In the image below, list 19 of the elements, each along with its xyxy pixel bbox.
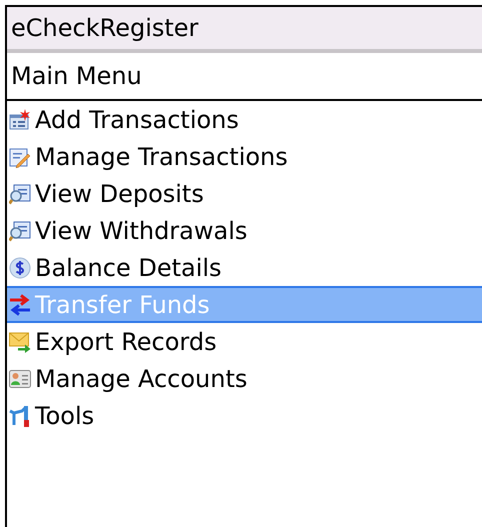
- notepad-pencil-icon: [9, 146, 31, 168]
- tools-icon: [9, 404, 31, 426]
- menu-item[interactable]: Manage Transactions: [7, 138, 482, 175]
- document-magnifier-icon: [9, 182, 31, 204]
- window-title: eCheckRegister: [7, 7, 482, 53]
- swap-arrows-icon: [9, 294, 31, 316]
- screen-title: Main Menu: [7, 53, 482, 101]
- menu-item[interactable]: Manage Accounts: [7, 360, 482, 397]
- menu-item[interactable]: View Withdrawals: [7, 212, 482, 249]
- contact-card-icon: [9, 368, 31, 390]
- menu-item[interactable]: Tools: [7, 397, 482, 434]
- dollar-coin-icon: [9, 256, 31, 278]
- calendar-star-icon: [9, 108, 31, 130]
- document-magnifier-icon: [9, 220, 31, 242]
- envelope-arrow-icon: [9, 330, 31, 352]
- menu-item[interactable]: Export Records: [7, 323, 482, 360]
- menu-item[interactable]: Add Transactions: [7, 101, 482, 138]
- menu-item[interactable]: Balance Details: [7, 249, 482, 286]
- menu-item[interactable]: View Deposits: [7, 175, 482, 212]
